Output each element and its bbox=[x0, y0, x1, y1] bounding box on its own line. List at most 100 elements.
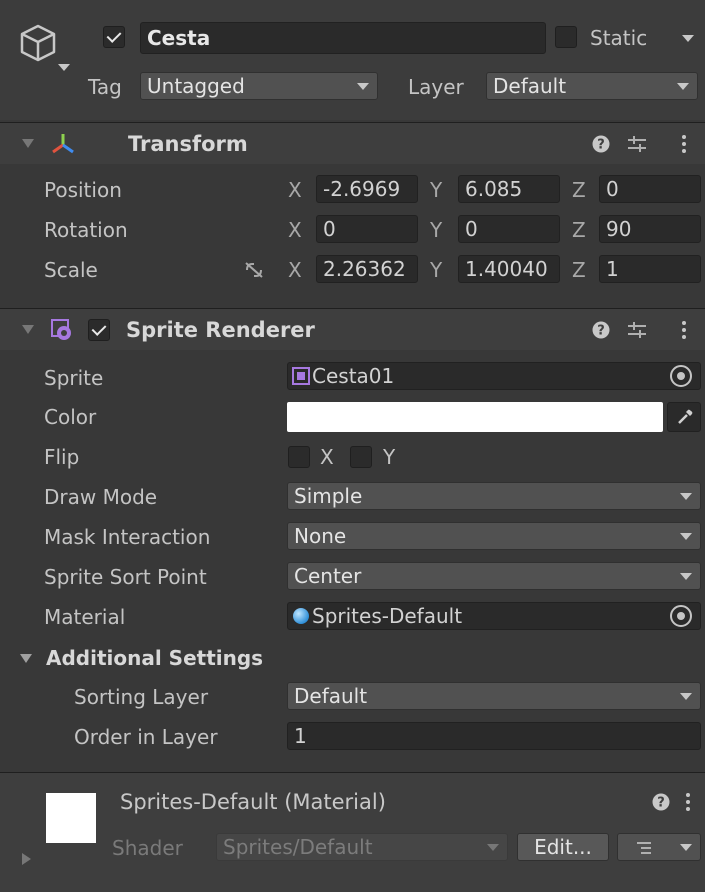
position-y-axis[interactable]: Y bbox=[430, 176, 442, 204]
order-in-layer-field[interactable]: 1 bbox=[287, 722, 701, 750]
mask-interaction-dropdown[interactable]: None bbox=[287, 522, 701, 550]
kebab-menu-icon[interactable] bbox=[680, 320, 688, 340]
color-label: Color bbox=[44, 405, 97, 429]
presets-icon[interactable] bbox=[626, 320, 648, 340]
chevron-down-icon bbox=[680, 533, 692, 540]
static-label: Static bbox=[590, 26, 648, 50]
order-in-layer-label: Order in Layer bbox=[74, 725, 218, 749]
material-section: Sprites-Default (Material) ? Shader Spri… bbox=[0, 772, 705, 892]
shader-options-dropdown[interactable] bbox=[617, 833, 701, 861]
sprite-renderer-icon bbox=[51, 319, 71, 340]
material-object-field[interactable]: Sprites-Default bbox=[287, 602, 701, 630]
sprite-object-field[interactable]: Cesta01 bbox=[287, 362, 701, 390]
position-x-axis[interactable]: X bbox=[288, 176, 302, 204]
position-z-field[interactable]: 0 bbox=[599, 175, 701, 203]
draw-mode-dropdown[interactable]: Simple bbox=[287, 482, 701, 510]
sorting-layer-value: Default bbox=[294, 684, 368, 708]
additional-settings-fold-icon[interactable] bbox=[20, 654, 32, 663]
help-icon[interactable]: ? bbox=[592, 135, 610, 153]
chevron-down-icon bbox=[680, 844, 692, 851]
rotation-label: Rotation bbox=[44, 218, 128, 242]
rotation-x-axis[interactable]: X bbox=[288, 216, 302, 244]
edit-shader-button[interactable]: Edit... bbox=[517, 833, 609, 861]
additional-settings-title[interactable]: Additional Settings bbox=[46, 644, 263, 672]
flip-x-label: X bbox=[320, 445, 334, 469]
eyedropper-icon bbox=[678, 409, 693, 424]
sprite-renderer-enabled-checkbox[interactable] bbox=[88, 319, 110, 341]
material-value: Sprites-Default bbox=[312, 604, 463, 628]
gameobject-name-field[interactable]: Cesta bbox=[140, 22, 546, 54]
sprite-asset-icon bbox=[292, 367, 310, 385]
scale-label: Scale bbox=[44, 258, 98, 282]
position-x-field[interactable]: -2.6969 bbox=[316, 175, 418, 203]
rotation-x-field[interactable]: 0 bbox=[316, 215, 418, 243]
chevron-down-icon bbox=[680, 693, 692, 700]
tag-label: Tag bbox=[88, 75, 122, 99]
shader-value: Sprites/Default bbox=[223, 835, 373, 859]
rotation-y-field[interactable]: 0 bbox=[458, 215, 560, 243]
kebab-menu-icon[interactable] bbox=[680, 134, 688, 154]
static-dropdown-arrow[interactable] bbox=[682, 35, 694, 42]
flip-y-label: Y bbox=[383, 445, 396, 469]
rotation-y-axis[interactable]: Y bbox=[430, 216, 442, 244]
fold-arrow-icon[interactable] bbox=[22, 139, 34, 148]
svg-text:?: ? bbox=[657, 796, 665, 811]
object-picker-icon[interactable] bbox=[670, 365, 692, 387]
material-fold-arrow-icon[interactable] bbox=[22, 853, 31, 865]
scale-z-axis[interactable]: Z bbox=[572, 256, 586, 284]
flip-x-checkbox[interactable] bbox=[288, 446, 310, 468]
tag-value: Untagged bbox=[147, 74, 245, 98]
scale-y-axis[interactable]: Y bbox=[430, 256, 442, 284]
active-checkbox[interactable] bbox=[103, 26, 125, 48]
scale-y-field[interactable]: 1.40040 bbox=[458, 255, 560, 283]
rotation-z-field[interactable]: 90 bbox=[599, 215, 701, 243]
transform-header[interactable]: Transform ? bbox=[0, 122, 705, 164]
svg-text:?: ? bbox=[597, 138, 605, 153]
material-label: Material bbox=[44, 605, 126, 629]
sprite-renderer-header[interactable]: Sprite Renderer ? bbox=[0, 308, 705, 350]
static-checkbox[interactable] bbox=[555, 26, 577, 48]
cube-icon[interactable] bbox=[18, 20, 74, 76]
shader-dropdown[interactable]: Sprites/Default bbox=[216, 833, 508, 861]
material-title: Sprites-Default (Material) bbox=[120, 790, 386, 814]
transform-title: Transform bbox=[128, 132, 248, 156]
eyedropper-button[interactable] bbox=[667, 402, 701, 432]
scale-x-field[interactable]: 2.26362 bbox=[316, 255, 418, 283]
chevron-down-icon bbox=[680, 493, 692, 500]
chevron-down-icon bbox=[487, 844, 499, 851]
layer-dropdown[interactable]: Default bbox=[486, 72, 698, 100]
draw-mode-label: Draw Mode bbox=[44, 485, 158, 509]
presets-icon[interactable] bbox=[626, 134, 648, 154]
flip-y-checkbox[interactable] bbox=[350, 446, 372, 468]
kebab-menu-icon[interactable] bbox=[684, 792, 692, 812]
draw-mode-value: Simple bbox=[294, 484, 363, 508]
help-icon[interactable]: ? bbox=[652, 793, 670, 811]
sprite-sort-point-value: Center bbox=[294, 564, 362, 588]
chevron-down-icon bbox=[680, 573, 692, 580]
sprite-label: Sprite bbox=[44, 366, 104, 390]
rotation-z-axis[interactable]: Z bbox=[572, 216, 586, 244]
color-swatch[interactable] bbox=[287, 402, 663, 432]
mask-interaction-value: None bbox=[294, 524, 347, 548]
help-icon[interactable]: ? bbox=[592, 321, 610, 339]
layer-label: Layer bbox=[408, 75, 464, 99]
position-label: Position bbox=[44, 178, 122, 202]
svg-text:?: ? bbox=[597, 324, 605, 339]
tag-dropdown[interactable]: Untagged bbox=[140, 72, 378, 100]
list-icon bbox=[637, 842, 651, 854]
chevron-down-icon bbox=[677, 83, 689, 90]
position-z-axis[interactable]: Z bbox=[572, 176, 586, 204]
sorting-layer-dropdown[interactable]: Default bbox=[287, 682, 701, 710]
sprite-sort-point-dropdown[interactable]: Center bbox=[287, 562, 701, 590]
position-y-field[interactable]: 6.085 bbox=[458, 175, 560, 203]
sorting-layer-label: Sorting Layer bbox=[74, 685, 209, 709]
mask-interaction-label: Mask Interaction bbox=[44, 525, 211, 549]
scale-x-axis[interactable]: X bbox=[288, 256, 302, 284]
object-picker-icon[interactable] bbox=[670, 605, 692, 627]
material-preview-swatch bbox=[46, 793, 96, 843]
sprite-sort-point-label: Sprite Sort Point bbox=[44, 565, 207, 589]
flip-label: Flip bbox=[44, 445, 80, 469]
fold-arrow-icon[interactable] bbox=[22, 325, 34, 334]
scale-z-field[interactable]: 1 bbox=[599, 255, 701, 283]
constrain-proportions-icon[interactable] bbox=[243, 260, 265, 280]
